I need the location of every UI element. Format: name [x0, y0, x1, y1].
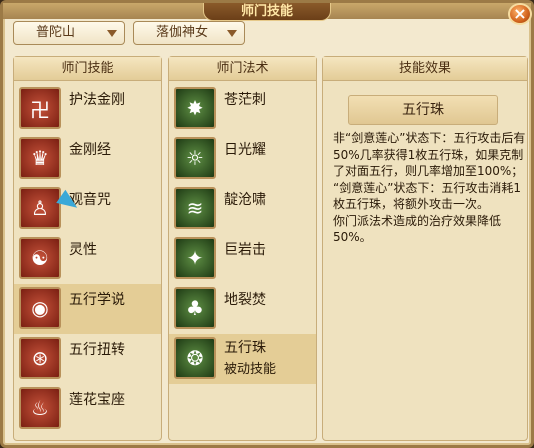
- spell-label: 苍茫刺: [224, 92, 266, 108]
- skill-item-lotus-throne[interactable]: ♨ 莲花宝座: [14, 384, 161, 434]
- spell-label: 靛沧啸: [224, 192, 266, 208]
- diamond-sutra-icon: ♛: [19, 137, 61, 179]
- skill-item-guanyin[interactable]: ♙ 观音咒: [14, 184, 161, 234]
- window-title: 师门技能: [203, 3, 331, 21]
- lotus-throne-icon: ♨: [19, 387, 61, 429]
- effect-skill-name: 五行珠: [348, 95, 498, 125]
- effect-panel-header: 技能效果: [323, 57, 527, 81]
- chevron-down-icon: [107, 30, 117, 37]
- skill-item-five-elements-theory[interactable]: ◉ 五行学说: [14, 284, 161, 334]
- spell-label: 五行珠: [224, 340, 266, 356]
- spell-item-boulder-strike[interactable]: ✦ 巨岩击: [169, 234, 316, 284]
- effect-line: 你门派法术造成的治疗效果降低50%。: [333, 213, 502, 245]
- effect-panel: 技能效果 五行珠 非“剑意莲心”状态下：五行攻击后有50%几率获得1枚五行珠，如…: [322, 56, 528, 441]
- skill-label: 金刚经: [69, 142, 111, 158]
- skills-window: 师门技能 × 普陀山 落伽神女 师门技能 卍 护法金刚 ♛ 金刚经 ♙ 观音咒 …: [0, 0, 534, 448]
- skill-item-vajra[interactable]: 卍 护法金刚: [14, 84, 161, 134]
- spell-item-five-elements-orb[interactable]: ❂ 五行珠 被动技能: [169, 334, 316, 384]
- sunlight-icon: ☼: [174, 137, 216, 179]
- effect-line: “剑意莲心”状态下：五行攻击消耗1枚五行珠，将额外攻击一次。: [333, 180, 522, 212]
- skill-label: 护法金刚: [69, 92, 125, 108]
- skills-panel: 师门技能 卍 护法金刚 ♛ 金刚经 ♙ 观音咒 ☯ 灵性 ◉ 五行学说 ⊛ 五行…: [13, 56, 162, 441]
- indigo-roar-icon: ≋: [174, 187, 216, 229]
- spells-panel: 师门法术 ✸ 苍茫刺 ☼ 日光耀 ≋ 靛沧啸 ✦ 巨岩击 ♣ 地裂焚 ❂ 五行珠…: [168, 56, 317, 441]
- role-dropdown[interactable]: 落伽神女: [133, 21, 245, 45]
- spell-label: 日光耀: [224, 142, 266, 158]
- guanyin-mantra-icon: ♙: [19, 187, 61, 229]
- sect-dropdown-value: 普陀山: [36, 25, 76, 40]
- sect-dropdown[interactable]: 普陀山: [13, 21, 125, 45]
- spell-item-earth-burn[interactable]: ♣ 地裂焚: [169, 284, 316, 334]
- spells-panel-header: 师门法术: [169, 57, 316, 81]
- effect-description: 非“剑意莲心”状态下：五行攻击后有50%几率获得1枚五行珠，如果克制了对面五行，…: [333, 130, 529, 246]
- skill-label: 五行学说: [69, 292, 125, 308]
- earth-burn-icon: ♣: [174, 287, 216, 329]
- skill-item-five-elements-twist[interactable]: ⊛ 五行扭转: [14, 334, 161, 384]
- vast-thorn-icon: ✸: [174, 87, 216, 129]
- effect-line: 非“剑意莲心”状态下：五行攻击后有50%几率获得1枚五行珠，如果克制了对面五行，…: [333, 131, 526, 178]
- skill-label: 莲花宝座: [69, 392, 125, 408]
- spell-item-vast-thorn[interactable]: ✸ 苍茫刺: [169, 84, 316, 134]
- spirit-icon: ☯: [19, 237, 61, 279]
- skill-item-spirit[interactable]: ☯ 灵性: [14, 234, 161, 284]
- spell-item-indigo-roar[interactable]: ≋ 靛沧啸: [169, 184, 316, 234]
- five-elements-theory-icon: ◉: [19, 287, 61, 329]
- skill-item-diamond-sutra[interactable]: ♛ 金刚经: [14, 134, 161, 184]
- boulder-strike-icon: ✦: [174, 237, 216, 279]
- skills-panel-header: 师门技能: [14, 57, 161, 81]
- close-icon: ×: [513, 4, 527, 23]
- spell-item-sunlight[interactable]: ☼ 日光耀: [169, 134, 316, 184]
- skill-label: 五行扭转: [69, 342, 125, 358]
- spell-label: 巨岩击: [224, 242, 266, 258]
- skill-label: 灵性: [69, 242, 97, 258]
- chevron-down-icon: [227, 30, 237, 37]
- five-elements-twist-icon: ⊛: [19, 337, 61, 379]
- vajra-guardian-icon: 卍: [19, 87, 61, 129]
- spell-text-group: 五行珠 被动技能: [224, 337, 276, 381]
- five-elements-orb-icon: ❂: [174, 337, 216, 379]
- close-button[interactable]: ×: [508, 3, 532, 25]
- spell-label: 地裂焚: [224, 292, 266, 308]
- role-dropdown-value: 落伽神女: [156, 25, 209, 40]
- passive-skill-tag: 被动技能: [224, 362, 277, 377]
